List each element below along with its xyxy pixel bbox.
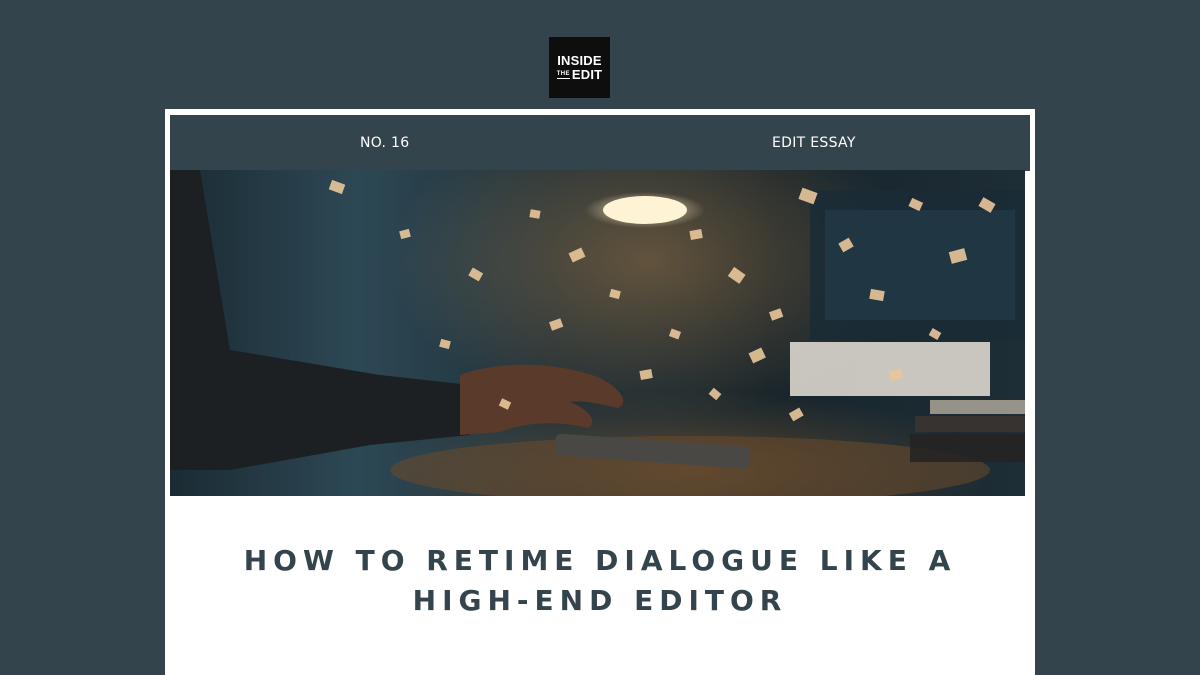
hero-photo-illustration (170, 170, 1025, 496)
article-card[interactable]: NO. 16 EDIT ESSAY HOW TO RETIME DIALOGUE… (165, 109, 1035, 675)
article-title-line1: HOW TO RETIME DIALOGUE LIKE A (243, 544, 957, 577)
article-title-line2: HIGH-END EDITOR (412, 584, 788, 617)
brand-logo[interactable]: INSIDE THE EDIT (549, 37, 610, 98)
logo-line2-small: THE (556, 70, 570, 79)
logo-line1: INSIDE (557, 53, 602, 68)
logo-line2: THE EDIT (556, 67, 603, 82)
issue-number: NO. 16 (360, 135, 410, 151)
article-header-bar: NO. 16 EDIT ESSAY (170, 115, 1030, 171)
article-category: EDIT ESSAY (772, 135, 856, 151)
hero-image (170, 170, 1025, 496)
article-title[interactable]: HOW TO RETIME DIALOGUE LIKE A HIGH-END E… (165, 541, 1035, 621)
logo-line2-large: EDIT (571, 67, 603, 82)
